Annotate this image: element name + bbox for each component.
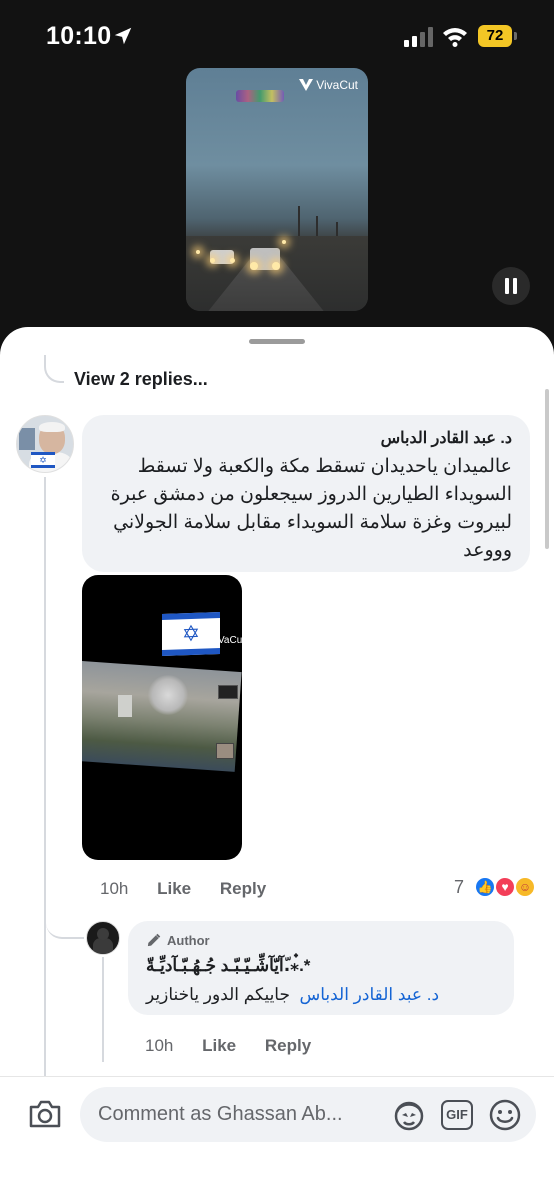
reply-time: 10h: [145, 1036, 174, 1055]
avatar-figure: [93, 938, 113, 954]
headlight: [196, 250, 200, 254]
thread-connector: [44, 355, 64, 383]
comment-composer: GIF: [0, 1076, 554, 1199]
battery-tip: [514, 32, 517, 40]
battery-indicator: 72: [478, 25, 518, 47]
avatar[interactable]: ✡: [16, 415, 74, 473]
media-watermark: VaCut: [218, 635, 242, 646]
comment-text: عالميدان ياحديدان تسقط مكة والكعبة ولا ت…: [110, 456, 512, 561]
screen: 10:10 72 VivaCut View 2 replies... ✡ د. …: [0, 0, 554, 1199]
like-reaction-icon: 👍: [474, 876, 496, 898]
pencil-icon: [147, 933, 161, 947]
comments-sheet: View 2 replies... ✡ د. عبد القادر الدباس…: [0, 327, 554, 1199]
reply-actions: 10h Like Reply: [145, 1036, 335, 1056]
care-reaction-icon: ☺: [514, 876, 536, 898]
video-player[interactable]: VivaCut: [186, 68, 368, 311]
headlight: [272, 262, 280, 270]
author-badge: Author: [146, 933, 496, 948]
status-time: 10:10: [46, 22, 112, 50]
avatar-head: [97, 928, 109, 940]
status-bar: 10:10 72: [0, 0, 554, 74]
flag-icon: ✡: [162, 611, 220, 657]
avatar[interactable]: [86, 921, 120, 955]
headlight: [282, 240, 286, 244]
location-arrow-icon: [114, 27, 132, 45]
mention-link[interactable]: د. عبد القادر الدباس: [299, 985, 439, 1004]
sheet-drag-handle[interactable]: [249, 339, 305, 344]
media-badge: [216, 743, 234, 759]
like-button[interactable]: Like: [157, 879, 191, 899]
headlight: [230, 258, 235, 263]
thread-line: [102, 957, 104, 1062]
love-reaction-icon: ♥: [494, 876, 516, 898]
headlight: [250, 262, 258, 270]
media-building: [118, 695, 132, 717]
media-badge: [218, 685, 238, 699]
reply-author[interactable]: آيّآشِّـيّـبّـد جُـهُـبّـآديِّـةّ.ّ⁎๋.*: [146, 952, 496, 979]
view-replies-link[interactable]: View 2 replies...: [74, 369, 208, 390]
avatar-sticker-icon[interactable]: [392, 1098, 426, 1132]
pause-button[interactable]: [492, 267, 530, 305]
reply-text: د. عبد القادر الدباس جاييكم الدور ياخناز…: [146, 985, 496, 1005]
utility-pole: [298, 206, 300, 240]
battery-level: 72: [478, 25, 512, 47]
reply-button[interactable]: Reply: [220, 879, 266, 899]
reply-body: جاييكم الدور ياخنازير: [146, 985, 290, 1004]
reply-button[interactable]: Reply: [265, 1036, 311, 1056]
reaction-count: 7: [454, 877, 465, 897]
headlight: [210, 258, 215, 263]
video-sticker: [236, 90, 284, 102]
video-watermark-text: VivaCut: [316, 78, 358, 92]
avatar-hair: [39, 422, 65, 432]
reply-bubble[interactable]: Author آيّآشِّـيّـبّـد جُـهُـبّـآديِّـةّ…: [128, 921, 514, 1015]
gif-icon[interactable]: GIF: [441, 1100, 473, 1130]
author-badge-label: Author: [167, 933, 210, 948]
vivacut-logo-icon: [299, 79, 314, 91]
camera-icon[interactable]: [28, 1099, 62, 1129]
comment-actions: 10h Like Reply: [100, 879, 290, 899]
thread-connector: [46, 907, 84, 939]
comment-bubble[interactable]: د. عبد القادر الدباس عالميدان ياحديدان ت…: [82, 415, 530, 572]
comment-time: 10h: [100, 879, 129, 898]
video-watermark: VivaCut: [299, 78, 358, 92]
wifi-icon: [443, 28, 467, 47]
media-smoke: [148, 675, 188, 715]
emoji-icon[interactable]: [488, 1098, 522, 1132]
cellular-signal-icon: [404, 27, 433, 47]
scrollbar[interactable]: [545, 389, 549, 549]
comment-media[interactable]: ✡ VaCut: [82, 575, 242, 860]
comment-author[interactable]: د. عبد القادر الدباس: [98, 429, 512, 449]
like-button[interactable]: Like: [202, 1036, 236, 1056]
flag-icon: ✡: [31, 452, 55, 468]
avatar-background: [19, 428, 35, 450]
